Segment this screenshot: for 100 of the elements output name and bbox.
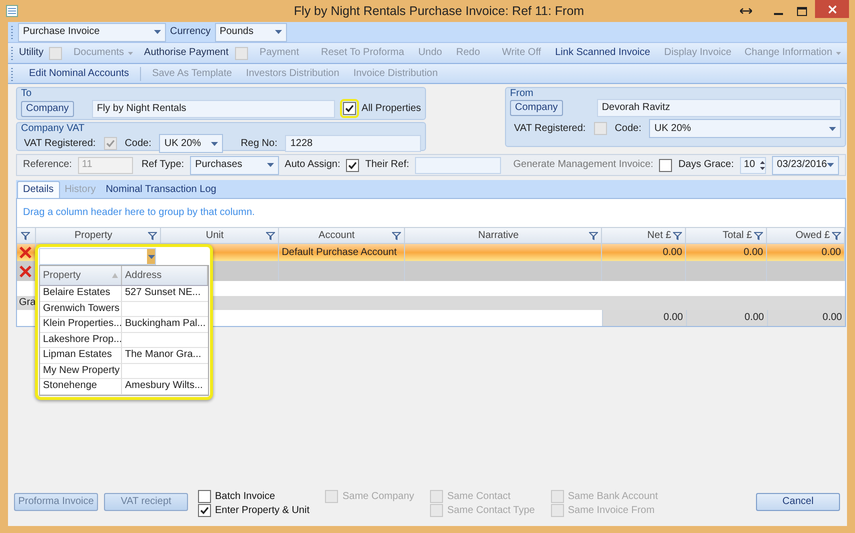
property-option[interactable]: Grenwich Towers [40,302,208,317]
currency-label: Currency [170,26,211,38]
total-cell: 0.00 [664,312,683,324]
column-header[interactable]: Account [278,228,405,243]
toolbar-button[interactable]: Edit Nominal Accounts [22,68,136,80]
ref-type-label: Ref Type: [141,159,184,171]
column-header[interactable]: Owed £ [767,228,845,243]
grid-cell: 0.00 [662,246,682,258]
vat-code-dropdown[interactable]: UK 20% [649,119,841,138]
column-header[interactable]: Unit [160,228,279,243]
toolbar-label: Authorise Payment [144,47,229,59]
caret-icon [266,163,274,167]
filter-icon[interactable] [21,232,30,240]
checkbox[interactable] [594,122,607,135]
panel-heading: To [21,88,33,99]
delete-icon[interactable] [19,264,32,278]
property-address: Buckingham Pal... [125,318,206,330]
column-header[interactable]: Net £ [602,228,686,243]
filter-icon[interactable] [266,232,275,240]
caret-icon [826,163,834,167]
company-field[interactable]: Fly by Night Rentals [92,100,335,118]
filter-icon[interactable] [673,232,682,240]
checkbox-label: Batch Invoice [215,490,276,502]
property-input[interactable] [39,248,156,265]
tab[interactable]: Details [17,181,60,198]
checkbox[interactable] [198,490,211,503]
caret-icon [154,30,161,34]
currency-dropdown[interactable]: Pounds [214,22,287,42]
column-header[interactable]: Total £ [686,228,768,243]
cancel-button[interactable]: Cancel [756,493,840,511]
their-ref-field[interactable] [415,156,502,174]
caret-icon [128,52,134,54]
property-address: The Manor Gra... [125,349,202,362]
property-name: Stonehenge [43,380,97,392]
toolbar-checkbox[interactable] [49,46,62,60]
property-option[interactable]: Stonehenge Amesbury Wilts... [40,379,208,394]
invoice-type-dropdown[interactable]: Purchase Invoice [18,22,166,42]
property-address: Amesbury Wilts... [125,380,203,392]
company-button[interactable]: Company [510,100,563,116]
days-grace-label: Days Grace: [678,159,734,171]
property-name: Belaire Estates [43,287,110,300]
caret-icon [829,126,836,130]
checkbox[interactable] [342,102,356,115]
checkbox-label: Same Bank Account [568,490,658,502]
checkbox[interactable] [346,158,360,172]
delete-icon[interactable] [19,246,32,259]
property-option[interactable]: Klein Properties... Buckingham Pal... [40,317,208,332]
vat-code-dropdown[interactable]: UK 20% [159,134,223,153]
column-header[interactable]: Property [36,228,161,243]
reg-no-label: Reg No: [240,138,278,150]
toolbar-label: Utility [19,47,44,59]
filter-icon[interactable] [589,232,598,240]
property-option[interactable]: Belaire Estates 527 Sunset NE... [40,286,208,302]
property-option[interactable]: Lakeshore Prop... [40,332,208,348]
caret-icon [210,142,218,146]
checkbox[interactable] [104,137,117,150]
property-address: 527 Sunset NE... [125,287,201,300]
property-option[interactable]: Lipman Estates The Manor Gra... [40,348,208,364]
days-grace-spinner[interactable]: 10 [740,156,766,174]
vat-registered-label: VAT Registered: [514,122,586,134]
grip-icon [11,25,14,39]
close-icon [828,4,836,14]
checkbox[interactable] [659,158,672,172]
all-properties-label: All Properties [362,102,421,114]
panel-heading: Company VAT [21,123,86,134]
column-header[interactable]: Narrative [404,228,602,243]
total-cell: 0.00 [744,312,764,324]
their-ref-label: Their Ref: [365,159,410,171]
filter-icon[interactable] [148,232,157,240]
group-hint: Drag a column header here to group by that column. [22,206,256,220]
company-button[interactable]: Company [21,100,74,116]
close-button[interactable] [815,0,849,18]
property-name: Grenwich Towers [43,302,120,315]
maximize-icon[interactable] [797,6,807,16]
property-name: Klein Properties... [43,318,122,330]
caret-icon [274,30,282,34]
code-label: Code: [124,138,152,150]
tab[interactable]: Nominal Transaction Log [100,181,222,198]
property-option[interactable]: My New Property [40,364,208,379]
grip-icon [11,66,14,80]
date-dropdown[interactable]: 03/23/2016 [772,156,839,174]
ref-type-dropdown[interactable]: Purchases [190,156,279,174]
auto-assign-label: Auto Assign: [284,159,340,171]
toolbar-checkbox[interactable] [234,46,248,60]
grid-cell: 0.00 [822,246,841,258]
resize-icon[interactable] [740,7,752,15]
panel-heading: From [510,88,534,99]
company-field[interactable]: Devorah Ravitz [596,99,841,117]
filter-icon[interactable] [832,232,841,240]
reg-no-field[interactable]: 1228 [285,135,421,152]
vat-registered-label: VAT Registered: [24,138,96,150]
list-column-header[interactable]: Address [122,266,208,285]
filter-icon[interactable] [754,232,764,240]
group-row-label: Gra [19,297,36,309]
toolbar-button[interactable]: Link Scanned Invoice [548,47,658,59]
checkbox[interactable] [198,504,211,517]
list-column-header[interactable]: Property [40,266,122,285]
grip-icon [11,46,14,60]
filter-icon[interactable] [392,232,401,240]
sort-icon [112,273,118,278]
